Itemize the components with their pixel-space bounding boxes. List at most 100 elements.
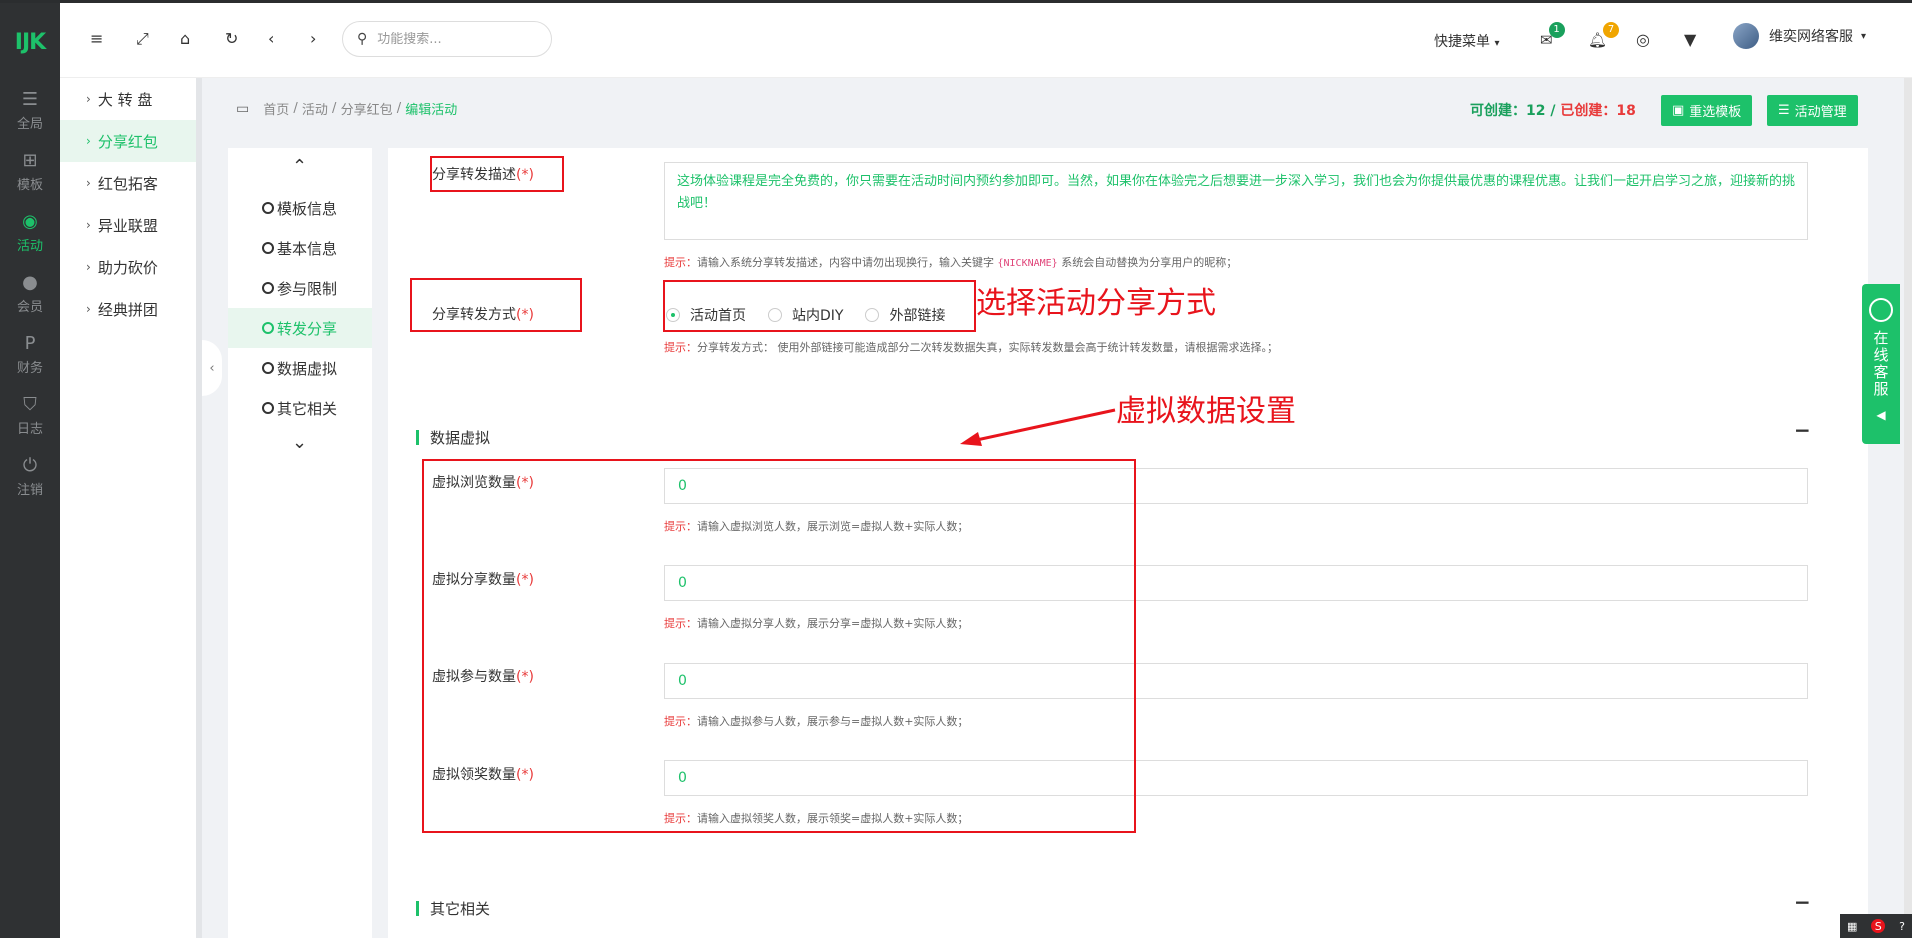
annotation-arrow bbox=[960, 408, 1116, 446]
activity-manage-button[interactable]: ☰ 活动管理 bbox=[1767, 95, 1858, 126]
section-anchor-nav: ⌃ 模板信息 基本信息 参与限制 转发分享 数据虚拟 其它相关 ⌄ bbox=[228, 148, 372, 466]
mail-button[interactable]: ✉ 1 bbox=[1540, 22, 1565, 48]
annotation-text-share-mode: 选择活动分享方式 bbox=[976, 286, 1216, 321]
subnav-item-alliance[interactable]: › 异业联盟 bbox=[60, 204, 200, 246]
caret-down-icon: ▾ bbox=[1861, 30, 1867, 42]
online-service-float[interactable]: 在线客服 ◀ bbox=[1862, 284, 1900, 444]
search-input[interactable] bbox=[377, 31, 528, 47]
chevron-left-icon[interactable]: ‹ bbox=[268, 31, 274, 47]
reselect-template-button[interactable]: ▣ 重选模板 bbox=[1661, 95, 1753, 126]
rail-item-label: 日志 bbox=[16, 422, 43, 437]
rail-item-activity[interactable]: ◉ 活动 bbox=[0, 203, 60, 264]
folder-open-icon: ▭ bbox=[236, 100, 250, 117]
menu-icon[interactable]: ≡ bbox=[90, 31, 103, 47]
list-icon: ☰ bbox=[1778, 103, 1790, 118]
feature-search[interactable]: ⚲ bbox=[342, 21, 552, 57]
tray-help-icon: ? bbox=[1899, 919, 1906, 933]
paypal-icon: P bbox=[24, 333, 36, 354]
sliders-icon: ☰ bbox=[21, 89, 39, 110]
chevron-right-icon: › bbox=[86, 218, 91, 232]
subnav-item-label: 助力砍价 bbox=[97, 258, 158, 277]
rail-item-finance[interactable]: P 财务 bbox=[0, 325, 60, 386]
can-create-value: 12 bbox=[1526, 103, 1546, 119]
annotation-box-share-mode-label bbox=[410, 278, 582, 332]
collapse-section-button[interactable]: − bbox=[1794, 418, 1811, 442]
pocket-icon[interactable]: ▼ bbox=[1684, 32, 1696, 48]
circle-icon bbox=[262, 202, 274, 214]
breadcrumb-home[interactable]: 首页 bbox=[263, 99, 289, 118]
anchor-share[interactable]: 转发分享 bbox=[228, 308, 372, 348]
chevron-up-icon[interactable]: ⌃ bbox=[292, 156, 307, 177]
chevron-right-icon: › bbox=[86, 134, 91, 148]
icon-rail: IJK ☰ 全局 ⊞ 模板 ◉ 活动 ● 会员 P 财务 ⛉ 日志 ⏻ 注销 bbox=[0, 3, 60, 938]
chevron-down-icon[interactable]: ⌄ bbox=[292, 432, 307, 453]
collapse-sidebar-button[interactable]: ‹ bbox=[202, 340, 222, 396]
chat-face-icon bbox=[1869, 298, 1893, 322]
annotation-text-virtual-data: 虚拟数据设置 bbox=[1116, 394, 1296, 429]
rail-item-label: 活动 bbox=[16, 239, 43, 254]
collapse-section-button[interactable]: − bbox=[1794, 890, 1811, 914]
circle-icon bbox=[262, 402, 274, 414]
subnav-divider bbox=[196, 78, 202, 938]
share-mode-hint: 提示：分享转发方式： 使用外部链接可能造成部分二次转发数据失真，实际转发数量会高… bbox=[664, 341, 1278, 354]
app-logo: IJK bbox=[14, 29, 46, 55]
top-header: ≡ ⤢ ⌂ ↻ ‹ › ⚲ 快捷菜单 ▾ ✉ 1 🔔︎ 7 ◎ ▼ 维奕网络客服… bbox=[60, 3, 1912, 78]
home-icon[interactable]: ⌂ bbox=[180, 31, 190, 47]
annotation-box-share-mode-options bbox=[663, 280, 976, 332]
circle-icon bbox=[262, 322, 274, 334]
breadcrumb-activity[interactable]: 活动 bbox=[302, 99, 328, 118]
subnav-item-group-buy[interactable]: › 经典拼团 bbox=[60, 288, 200, 330]
chevron-right-icon: › bbox=[86, 260, 91, 274]
circle-icon bbox=[262, 362, 274, 374]
fullscreen-icon[interactable]: ⤢ bbox=[136, 31, 149, 47]
subnav-item-redpacket-promo[interactable]: › 红包拓客 bbox=[60, 162, 200, 204]
rail-item-template[interactable]: ⊞ 模板 bbox=[0, 142, 60, 203]
sitemap-icon: ⊞ bbox=[22, 150, 38, 171]
chevron-right-icon[interactable]: › bbox=[310, 31, 316, 47]
can-create-label: 可创建： bbox=[1470, 103, 1526, 119]
chevron-right-icon: › bbox=[86, 176, 91, 190]
rail-item-log[interactable]: ⛉ 日志 bbox=[0, 386, 60, 447]
circle-icon bbox=[262, 282, 274, 294]
subnav-item-label: 异业联盟 bbox=[97, 216, 158, 235]
rail-item-global[interactable]: ☰ 全局 bbox=[0, 81, 60, 142]
anchor-template-info[interactable]: 模板信息 bbox=[228, 188, 372, 228]
notification-button[interactable]: 🔔︎ 7 bbox=[1588, 22, 1620, 48]
rail-item-label: 会员 bbox=[16, 300, 43, 315]
user-circle-icon[interactable]: ◎ bbox=[1636, 32, 1650, 48]
refresh-icon[interactable]: ↻ bbox=[225, 31, 238, 47]
search-icon: ⚲ bbox=[357, 31, 368, 47]
anchor-basic-info[interactable]: 基本信息 bbox=[228, 228, 372, 268]
subnav-item-label: 红包拓客 bbox=[97, 174, 158, 193]
notification-badge: 7 bbox=[1603, 22, 1620, 38]
anchor-participation[interactable]: 参与限制 bbox=[228, 268, 372, 308]
rail-item-label: 注销 bbox=[16, 483, 43, 498]
rail-item-member[interactable]: ● 会员 bbox=[0, 264, 60, 325]
rail-item-label: 财务 bbox=[16, 361, 43, 376]
share-desc-hint: 提示：请输入系统分享转发描述，内容中请勿出现换行，输入关键字 {NICKNAME… bbox=[664, 256, 1238, 269]
create-quota: 可创建：12 / 已创建：18 bbox=[1470, 103, 1636, 119]
share-desc-textarea[interactable]: 这场体验课程是完全免费的，你只需要在活动时间内预约参加即可。当然，如果你在体验完… bbox=[664, 162, 1808, 240]
camera-icon: ▣ bbox=[1672, 103, 1685, 118]
quick-menu-label: 快捷菜单 bbox=[1434, 34, 1490, 50]
breadcrumb-share-redpacket[interactable]: 分享红包 bbox=[341, 99, 393, 118]
chevron-left-icon: ‹ bbox=[209, 360, 215, 376]
anchor-virtual-data[interactable]: 数据虚拟 bbox=[228, 348, 372, 388]
chevron-right-icon: › bbox=[86, 92, 91, 106]
quick-menu-dropdown[interactable]: 快捷菜单 ▾ bbox=[1434, 31, 1499, 51]
location-icon: ◉ bbox=[22, 211, 38, 232]
anchor-other[interactable]: 其它相关 bbox=[228, 388, 372, 428]
rail-item-label: 全局 bbox=[16, 117, 43, 132]
breadcrumb-current: 编辑活动 bbox=[405, 103, 458, 118]
subnav-item-label: 大 转 盘 bbox=[97, 90, 153, 109]
tray-grid-icon: ▦ bbox=[1846, 919, 1858, 933]
section-virtual-data: 数据虚拟 bbox=[416, 427, 490, 448]
users-icon: ● bbox=[22, 272, 38, 293]
subnav-item-bargain[interactable]: › 助力砍价 bbox=[60, 246, 200, 288]
page-scrollbar[interactable] bbox=[1904, 78, 1912, 938]
rail-item-logout[interactable]: ⏻ 注销 bbox=[0, 447, 60, 508]
subnav-item-wheel[interactable]: › 大 转 盘 bbox=[60, 78, 200, 120]
subnav-item-share-redpacket[interactable]: › 分享红包 bbox=[60, 120, 200, 162]
section-title: 数据虚拟 bbox=[430, 429, 491, 447]
user-menu[interactable]: 维奕网络客服 ▾ bbox=[1733, 23, 1866, 49]
